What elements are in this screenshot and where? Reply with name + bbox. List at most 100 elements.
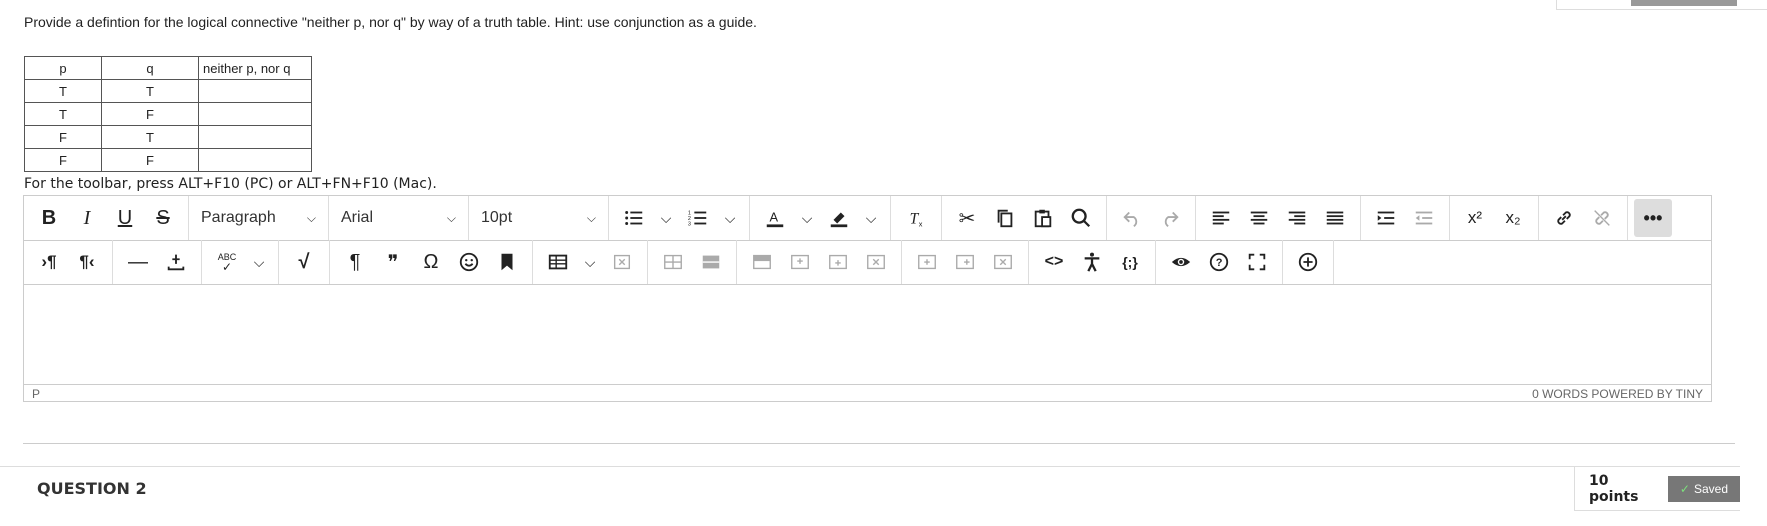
source-code-button[interactable]: <> [1035, 245, 1073, 279]
more-options-button[interactable]: ••• [1634, 199, 1672, 237]
header-p: p [24, 56, 102, 80]
delete-row-icon[interactable] [857, 245, 895, 279]
rtl-icon[interactable]: ¶ ‹ [68, 245, 106, 279]
table-cell-props-icon[interactable] [654, 245, 692, 279]
math-group: √ [279, 240, 330, 284]
delete-col-icon[interactable] [984, 245, 1022, 279]
italic-button[interactable]: I [68, 201, 106, 235]
text-color-icon[interactable]: A [756, 201, 794, 235]
check-icon: ✓ [1679, 481, 1690, 496]
highlight-color-icon[interactable] [820, 201, 858, 235]
bullet-list-icon[interactable] [615, 201, 653, 235]
add-content-group [1283, 240, 1334, 284]
add-content-icon[interactable] [1289, 245, 1327, 279]
cell-q: F [101, 148, 199, 172]
cut-icon[interactable]: ✂ [948, 201, 986, 235]
editor-content-area[interactable] [24, 284, 1711, 384]
blockquote-button[interactable]: ❞ [374, 245, 412, 279]
subscript-button[interactable]: x₂ [1494, 201, 1532, 235]
editor-status-bar: P 0 WORDS POWERED BY TINY [24, 384, 1711, 402]
insert-variable-button[interactable]: {;} [1111, 245, 1149, 279]
link-icon[interactable] [1545, 201, 1583, 235]
superscript-button[interactable]: x² [1456, 201, 1494, 235]
underline-button[interactable]: U [106, 201, 144, 235]
saved-button[interactable]: ✓ Saved [1667, 475, 1740, 502]
indent-icon[interactable] [1367, 201, 1405, 235]
svg-text:A: A [770, 210, 779, 225]
color-group: A ⌵ ⌵ [750, 196, 891, 240]
chevron-down-icon[interactable]: ⌵ [653, 201, 679, 235]
insert-row-before-icon[interactable] [781, 245, 819, 279]
strikethrough-button[interactable]: S [144, 201, 182, 235]
svg-text:?: ? [1216, 257, 1223, 269]
table-header-row: p q neither p, nor q [24, 56, 312, 80]
script-group: x² x₂ [1450, 196, 1539, 240]
insert-col-after-icon[interactable] [946, 245, 984, 279]
emoticon-icon[interactable] [450, 245, 488, 279]
table-merge-icon[interactable] [692, 245, 730, 279]
accessibility-icon[interactable] [1073, 245, 1111, 279]
table-row-props-icon[interactable] [743, 245, 781, 279]
toolbar-row-2: › ¶ ¶ ‹ — ABC ✓ ⌵ √ ¶ ❞ Ω ⌵ <> {;} ? [24, 240, 1711, 285]
outdent-icon[interactable] [1405, 201, 1443, 235]
font-size-select[interactable]: 10pt ⌵ [475, 201, 602, 235]
align-justify-icon[interactable] [1316, 201, 1354, 235]
insert-anchor-icon[interactable] [157, 245, 195, 279]
bold-button[interactable]: B [30, 201, 68, 235]
math-equation-button[interactable]: √ [285, 245, 323, 279]
pilcrow-button[interactable]: ¶ [336, 245, 374, 279]
element-path[interactable]: P [32, 387, 40, 401]
table-row: T F [24, 102, 312, 126]
paste-icon[interactable] [1024, 201, 1062, 235]
table-cell-group [648, 240, 737, 284]
svg-text:3: 3 [688, 221, 691, 227]
view-group: ? [1156, 240, 1283, 284]
help-icon[interactable]: ? [1200, 245, 1238, 279]
preview-icon[interactable] [1162, 245, 1200, 279]
chevron-down-icon[interactable]: ⌵ [717, 201, 743, 235]
chevron-down-icon[interactable]: ⌵ [858, 201, 884, 235]
undo-icon[interactable] [1113, 201, 1151, 235]
previous-saved-button[interactable] [1631, 0, 1737, 6]
font-family-group: Arial ⌵ [329, 196, 469, 240]
insert-col-before-icon[interactable] [908, 245, 946, 279]
chevron-down-icon[interactable]: ⌵ [794, 201, 820, 235]
align-center-icon[interactable] [1240, 201, 1278, 235]
unlink-icon[interactable] [1583, 201, 1621, 235]
delete-table-icon[interactable] [603, 245, 641, 279]
fullscreen-icon[interactable] [1238, 245, 1276, 279]
numbered-list-icon[interactable]: 123 [679, 201, 717, 235]
cell-q: F [101, 102, 199, 126]
indent-group [1361, 196, 1450, 240]
block-format-select[interactable]: Paragraph ⌵ [195, 201, 322, 235]
bookmark-icon[interactable] [488, 245, 526, 279]
cell-result[interactable] [198, 79, 312, 103]
special-character-button[interactable]: Ω [412, 245, 450, 279]
more-group: ••• [1628, 196, 1678, 240]
chevron-down-icon[interactable]: ⌵ [577, 245, 603, 279]
copy-icon[interactable] [986, 201, 1024, 235]
cell-p: F [24, 125, 102, 149]
cell-p: F [24, 148, 102, 172]
ltr-icon[interactable]: › ¶ [30, 245, 68, 279]
redo-icon[interactable] [1151, 201, 1189, 235]
link-group [1539, 196, 1628, 240]
table-insert-group: ⌵ [533, 240, 648, 284]
cell-result[interactable] [198, 125, 312, 149]
clipboard-group: ✂ [942, 196, 1107, 240]
cell-result[interactable] [198, 102, 312, 126]
font-family-select[interactable]: Arial ⌵ [335, 201, 462, 235]
find-replace-icon[interactable] [1062, 201, 1100, 235]
insert-row-after-icon[interactable] [819, 245, 857, 279]
table-row: T T [24, 79, 312, 103]
horizontal-line-button[interactable]: — [119, 245, 157, 279]
cell-q: T [101, 79, 199, 103]
align-left-icon[interactable] [1202, 201, 1240, 235]
points-value: 10 points [1589, 472, 1639, 505]
spellcheck-button[interactable]: ABC ✓ [208, 245, 246, 279]
cell-result[interactable] [198, 148, 312, 172]
clear-formatting-icon[interactable]: Tx [897, 201, 935, 235]
chevron-down-icon[interactable]: ⌵ [246, 245, 272, 279]
table-icon[interactable] [539, 245, 577, 279]
align-right-icon[interactable] [1278, 201, 1316, 235]
